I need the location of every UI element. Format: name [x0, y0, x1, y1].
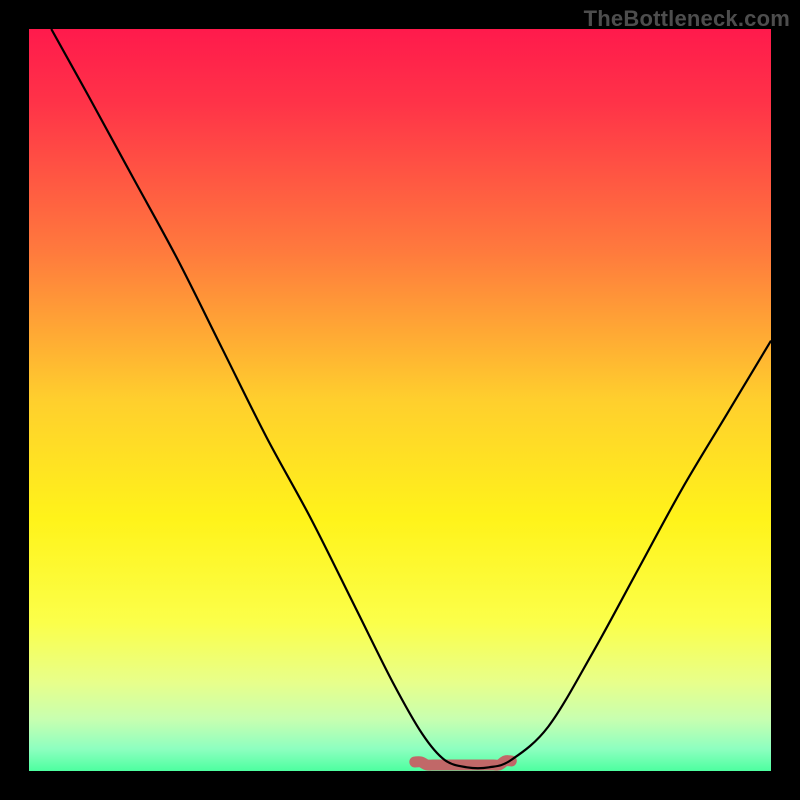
optimal-range-highlight: [415, 761, 511, 766]
chart-background-gradient: [29, 29, 771, 771]
chart-plot-area: [29, 29, 771, 771]
watermark-text: TheBottleneck.com: [584, 6, 790, 32]
bottleneck-chart: [29, 29, 771, 771]
